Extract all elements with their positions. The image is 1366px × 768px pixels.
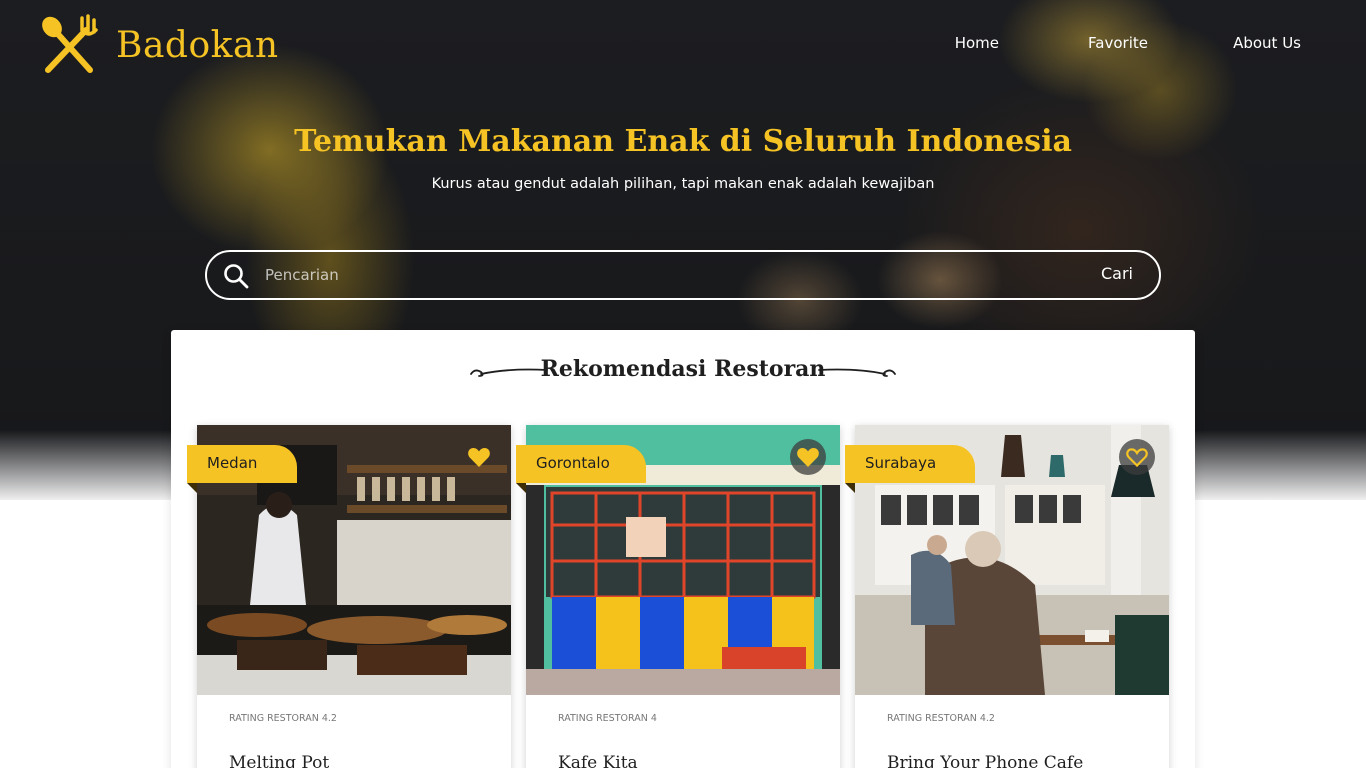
restaurant-name[interactable]: Bring Your Phone Cafe <box>887 753 1083 768</box>
favorite-button[interactable] <box>1119 439 1155 475</box>
favorite-button[interactable] <box>461 439 497 475</box>
restaurant-card[interactable]: Surabaya RATING RESTORAN 4.2 Bring Your … <box>845 425 1169 768</box>
heart-filled-icon <box>468 448 490 467</box>
brand-logo[interactable]: Badokan <box>38 14 279 76</box>
nav-home[interactable]: Home <box>955 34 999 52</box>
restaurant-card[interactable]: Gorontalo RATING RESTORAN 4 Kafe Kita <box>516 425 840 768</box>
search-icon[interactable] <box>223 263 249 289</box>
search-bar: Cari <box>205 250 1161 300</box>
hero-subtitle: Kurus atau gendut adalah pilihan, tapi m… <box>431 176 935 192</box>
rating-label: RATING RESTORAN 4.2 <box>887 713 995 724</box>
restaurant-name[interactable]: Kafe Kita <box>558 753 638 768</box>
right-swirl-ornament <box>818 368 896 377</box>
heart-outline-icon <box>1126 448 1148 468</box>
rating-label: RATING RESTORAN 4.2 <box>229 713 337 724</box>
recommendation-panel: Rekomendasi Restoran Medan RATING RESTOR… <box>171 330 1195 768</box>
restaurant-card[interactable]: Medan RATING RESTORAN 4.2 Melting Pot <box>187 425 511 768</box>
search-button[interactable]: Cari <box>1101 264 1133 283</box>
heart-filled-icon <box>797 448 819 467</box>
restaurant-name[interactable]: Melting Pot <box>229 753 329 768</box>
city-tag: Gorontalo <box>516 445 646 493</box>
section-header: Rekomendasi Restoran <box>171 352 1195 388</box>
fork-spoon-icon <box>42 14 98 73</box>
search-input[interactable] <box>265 260 1065 290</box>
nav-favorite[interactable]: Favorite <box>1088 34 1148 52</box>
city-tag: Medan <box>187 445 297 493</box>
hero-title: Temukan Makanan Enak di Seluruh Indonesi… <box>294 124 1072 159</box>
city-tag: Surabaya <box>845 445 975 493</box>
brand-name: Badokan <box>116 24 279 66</box>
nav-about-us[interactable]: About Us <box>1233 34 1301 52</box>
favorite-button[interactable] <box>790 439 826 475</box>
section-title: Rekomendasi Restoran <box>540 356 826 382</box>
rating-label: RATING RESTORAN 4 <box>558 713 657 724</box>
